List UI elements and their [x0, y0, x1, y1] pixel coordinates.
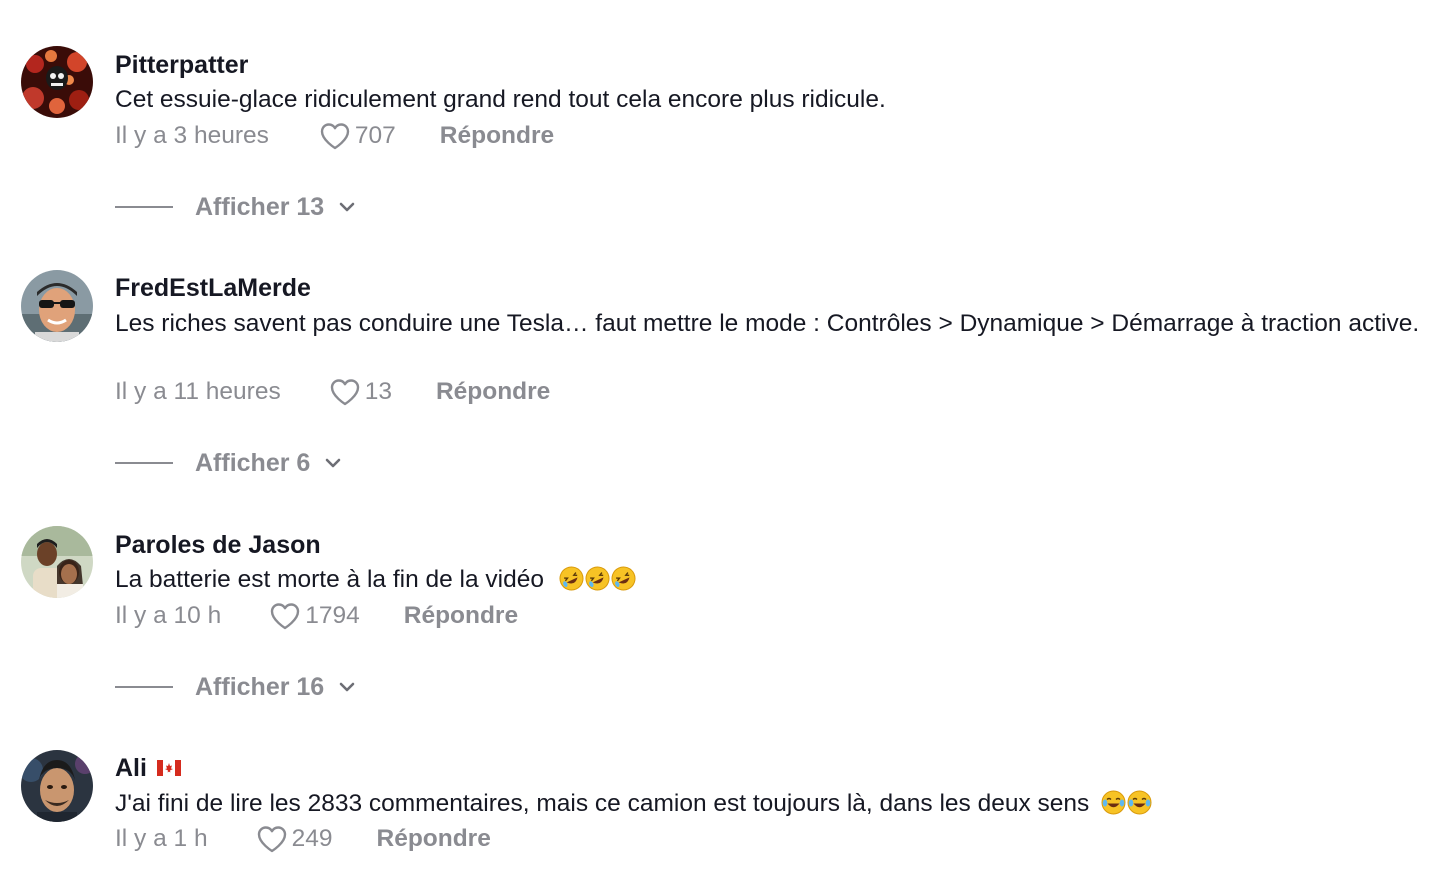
username-text: Paroles de Jason [115, 531, 321, 559]
comment-body: Les riches savent pas conduire une Tesla… [115, 310, 1420, 337]
username-text: FredEstLaMerde [115, 274, 311, 302]
timestamp: Il y a 11 heures [115, 378, 281, 405]
divider-line [115, 462, 173, 464]
comment-body: Cet essuie-glace ridiculement grand rend… [115, 86, 886, 113]
rolling-on-floor-laughing-emoji [611, 566, 636, 591]
comment-username[interactable]: Ali [115, 753, 181, 783]
reply-button[interactable]: Répondre [377, 825, 491, 853]
comment-body: J'ai fini de lire les 2833 commentaires,… [115, 790, 1090, 817]
like-count: 249 [291, 825, 333, 852]
timestamp: Il y a 3 heures [115, 122, 269, 149]
like-count: 707 [354, 122, 396, 149]
view-replies-button[interactable]: Afficher 16 [115, 670, 358, 704]
avatar[interactable] [21, 526, 93, 598]
comment-body: La batterie est morte à la fin de la vid… [115, 566, 545, 593]
view-replies-label: Afficher 6 [195, 448, 311, 477]
heart-outline-icon [271, 603, 300, 630]
heart-outline-icon [320, 123, 350, 150]
heart-outline-icon [257, 826, 286, 853]
like-button[interactable]: 707 [319, 121, 396, 151]
timestamp: Il y a 1 h [115, 825, 208, 852]
like-button[interactable]: 1794 [269, 601, 360, 631]
reply-button[interactable]: Répondre [404, 602, 518, 630]
chevron-down-icon [326, 458, 341, 468]
view-replies-button[interactable]: Afficher 6 [115, 446, 344, 480]
comment-meta: Il y a 10 h 1794 Répondre [115, 599, 518, 633]
comment-username[interactable]: Pitterpatter [115, 50, 248, 80]
comment-text: La batterie est morte à la fin de la vid… [115, 564, 1435, 596]
chevron-down-icon [339, 202, 355, 212]
like-count: 1794 [305, 602, 360, 629]
like-count: 13 [364, 378, 392, 405]
comment-text: Les riches savent pas conduire une Tesla… [115, 308, 1435, 340]
comment-text: Cet essuie-glace ridiculement grand rend… [115, 84, 1435, 116]
rolling-on-floor-laughing-emoji [559, 566, 584, 591]
comment-username[interactable]: Paroles de Jason [115, 530, 321, 560]
heart-outline-icon [330, 379, 359, 406]
avatar[interactable] [21, 46, 93, 118]
reply-button[interactable]: Répondre [436, 378, 550, 406]
username-text: Pitterpatter [115, 51, 249, 79]
comment-text: J'ai fini de lire les 2833 commentaires,… [115, 788, 1435, 820]
tears-of-joy-emoji [1127, 790, 1152, 815]
like-button[interactable]: 249 [256, 824, 333, 854]
tears-of-joy-emoji [1101, 790, 1126, 815]
timestamp: Il y a 10 h [115, 602, 222, 629]
reply-button[interactable]: Répondre [440, 122, 554, 150]
comment-meta: Il y a 11 heures 13 Répondre [115, 375, 550, 409]
comment-username[interactable]: FredEstLaMerde [115, 273, 311, 303]
rolling-on-floor-laughing-emoji [585, 566, 610, 591]
avatar[interactable] [21, 750, 93, 822]
view-replies-label: Afficher 16 [195, 672, 325, 701]
comment-meta: Il y a 1 h 249 Répondre [115, 822, 491, 856]
view-replies-button[interactable]: Afficher 13 [115, 190, 358, 224]
divider-line [115, 206, 173, 208]
comment-meta: Il y a 3 heures 707 Répondre [115, 119, 554, 153]
divider-line [115, 686, 173, 688]
view-replies-label: Afficher 13 [195, 192, 325, 221]
avatar[interactable] [21, 270, 93, 342]
canada-flag-icon [156, 760, 181, 776]
chevron-down-icon [339, 682, 355, 692]
username-text: Ali [115, 754, 147, 782]
like-button[interactable]: 13 [329, 377, 392, 407]
